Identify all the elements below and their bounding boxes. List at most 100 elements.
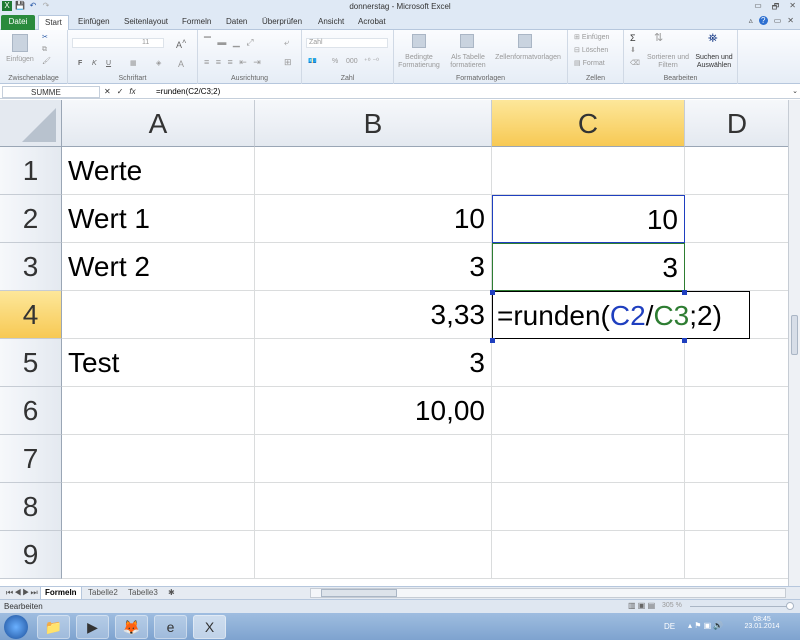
language-indicator[interactable]: DE	[664, 622, 675, 631]
row-header-3[interactable]: 3	[0, 243, 62, 291]
paste-icon[interactable]	[12, 34, 28, 52]
cell-a7[interactable]	[62, 435, 255, 483]
row-header-2[interactable]: 2	[0, 195, 62, 243]
insert-cells-button[interactable]: ⊞ Einfügen	[574, 34, 609, 42]
zoom-level[interactable]: 305 %	[662, 602, 682, 609]
align-vertical-icons[interactable]: ▔ ▬ ▁ ⤢	[204, 38, 256, 47]
clock[interactable]: 08:45 23.01.2014	[740, 616, 784, 630]
font-size-select[interactable]: 11	[142, 39, 149, 47]
cell-d2[interactable]	[685, 195, 788, 243]
number-format-select[interactable]: Zahl	[306, 38, 388, 48]
start-button[interactable]	[4, 615, 28, 639]
conditional-format-button[interactable]: Bedingte Formatierung	[394, 54, 444, 70]
cell-b9[interactable]	[255, 531, 492, 579]
cell-a6[interactable]	[62, 387, 255, 435]
cell-b7[interactable]	[255, 435, 492, 483]
thousands-button[interactable]: 000	[346, 58, 358, 66]
enter-button[interactable]: ✓	[117, 86, 124, 98]
cell-a2[interactable]: Wert 1	[62, 195, 255, 243]
cell-a8[interactable]	[62, 483, 255, 531]
fill-icon[interactable]: ⬇	[630, 47, 636, 55]
column-header-a[interactable]: A	[62, 100, 255, 147]
excel-taskbar-icon[interactable]: X	[193, 615, 226, 639]
italic-button[interactable]: K	[92, 60, 97, 68]
tab-ueberpruefen[interactable]: Überprüfen	[256, 15, 308, 30]
media-player-icon[interactable]: ▶	[76, 615, 109, 639]
cell-c7[interactable]	[492, 435, 685, 483]
insert-sheet-icon[interactable]: ✱	[164, 587, 179, 599]
delete-cells-button[interactable]: ⊟ Löschen	[574, 47, 608, 55]
tab-seitenlayout[interactable]: Seitenlayout	[118, 15, 174, 30]
tab-daten[interactable]: Daten	[220, 15, 253, 30]
bold-button[interactable]: F	[78, 60, 82, 68]
font-color-icon[interactable]: A	[178, 60, 184, 69]
cell-a3[interactable]: Wert 2	[62, 243, 255, 291]
cell-d9[interactable]	[685, 531, 788, 579]
cell-c2[interactable]: 10	[492, 195, 685, 243]
cell-b6[interactable]: 10,00	[255, 387, 492, 435]
formula-input[interactable]: =runden(C2/C3;2)	[156, 86, 220, 98]
select-all-button[interactable]	[0, 100, 62, 147]
cell-a9[interactable]	[62, 531, 255, 579]
row-header-8[interactable]: 8	[0, 483, 62, 531]
row-header-4[interactable]: 4	[0, 291, 62, 339]
column-header-b[interactable]: B	[255, 100, 492, 147]
cell-c3[interactable]: 3	[492, 243, 685, 291]
zoom-slider[interactable]	[690, 606, 792, 607]
decimal-icons[interactable]: ⁺⁰ ⁻⁰	[364, 58, 379, 66]
wrap-text-icon[interactable]: ⤶	[284, 38, 289, 47]
cell-d5[interactable]	[685, 339, 788, 387]
cell-a1[interactable]: Werte	[62, 147, 255, 195]
cell-d8[interactable]	[685, 483, 788, 531]
cancel-button[interactable]: ✕	[104, 86, 111, 98]
paste-button[interactable]: Einfügen	[2, 56, 38, 64]
tab-acrobat[interactable]: Acrobat	[352, 15, 392, 30]
tab-formeln[interactable]: Formeln	[176, 15, 217, 30]
name-box[interactable]: SUMME	[2, 86, 100, 98]
scrollbar-thumb[interactable]	[791, 315, 798, 355]
cell-a4[interactable]	[62, 291, 255, 339]
cell-styles-button[interactable]: Zellenformatvorlagen	[490, 54, 566, 62]
cell-c9[interactable]	[492, 531, 685, 579]
internet-explorer-icon[interactable]: e	[154, 615, 187, 639]
column-header-c[interactable]: C	[492, 100, 685, 147]
range-handle[interactable]	[682, 338, 687, 343]
cell-c6[interactable]	[492, 387, 685, 435]
currency-icon[interactable]: 💶	[308, 58, 317, 66]
row-header-7[interactable]: 7	[0, 435, 62, 483]
range-handle[interactable]	[682, 290, 687, 295]
sheet-tab-tabelle3[interactable]: Tabelle3	[124, 587, 162, 599]
cell-a5[interactable]: Test	[62, 339, 255, 387]
tab-start[interactable]: Start	[38, 15, 69, 30]
range-handle[interactable]	[490, 338, 495, 343]
view-buttons[interactable]: ▥ ▣ ▤	[628, 601, 655, 610]
align-horizontal-icons[interactable]: ≡ ≡ ≡ ⇤ ⇥	[204, 58, 263, 67]
horizontal-scrollbar[interactable]	[310, 588, 786, 598]
zoom-slider-thumb[interactable]	[786, 602, 794, 610]
find-select-button[interactable]: Suchen und Auswählen	[692, 54, 736, 70]
sheet-nav-buttons[interactable]: ⏮◀▶⏭	[2, 587, 43, 599]
help-icon[interactable]: ?	[758, 16, 768, 25]
tab-ansicht[interactable]: Ansicht	[312, 15, 350, 30]
cut-icon[interactable]: ✂	[42, 34, 48, 42]
cell-b5[interactable]: 3	[255, 339, 492, 387]
ribbon-collapse-icon[interactable]: ▵	[749, 16, 753, 25]
vertical-scrollbar[interactable]	[788, 100, 800, 586]
insert-function-button[interactable]: fx	[129, 86, 135, 98]
format-as-table-button[interactable]: Als Tabelle formatieren	[446, 54, 490, 70]
cell-b1[interactable]	[255, 147, 492, 195]
copy-icon[interactable]: ⧉	[42, 46, 47, 54]
cell-c4-editing[interactable]: =runden(C2/C3;2)	[492, 291, 750, 339]
cell-d1[interactable]	[685, 147, 788, 195]
column-header-d[interactable]: D	[685, 100, 788, 147]
grow-font-icon[interactable]: A˄	[176, 38, 186, 50]
row-header-1[interactable]: 1	[0, 147, 62, 195]
underline-button[interactable]: U	[106, 60, 111, 68]
tab-datei[interactable]: Datei	[1, 15, 35, 30]
autosum-button[interactable]: Σ	[630, 34, 636, 43]
tab-einfuegen[interactable]: Einfügen	[72, 15, 116, 30]
scrollbar-thumb[interactable]	[321, 589, 397, 597]
cell-c1[interactable]	[492, 147, 685, 195]
cell-d7[interactable]	[685, 435, 788, 483]
firefox-icon[interactable]: 🦊	[115, 615, 148, 639]
